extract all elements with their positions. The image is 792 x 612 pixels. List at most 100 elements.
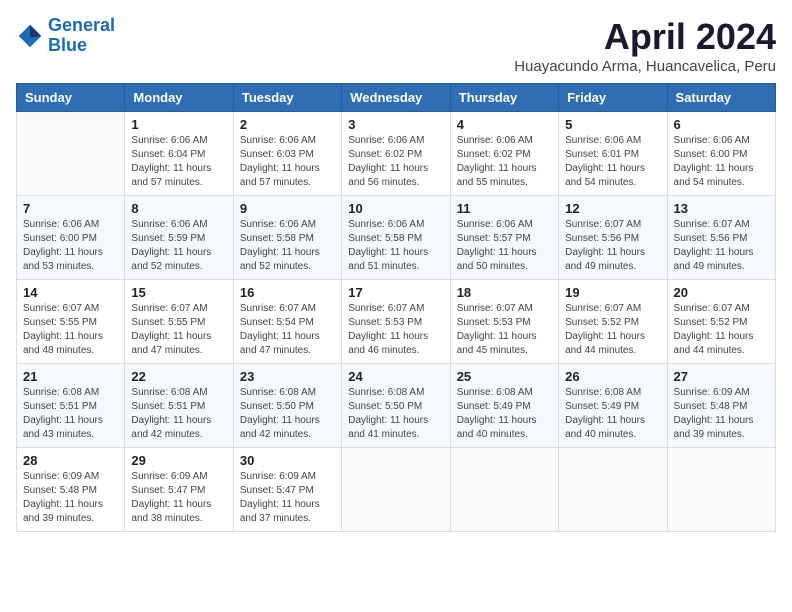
header-saturday: Saturday xyxy=(667,84,775,112)
day-info: Sunrise: 6:09 AM Sunset: 5:48 PM Dayligh… xyxy=(23,470,118,526)
week-row-4: 21 Sunrise: 6:08 AM Sunset: 5:51 PM Dayli… xyxy=(17,364,776,448)
week-row-2: 7 Sunrise: 6:06 AM Sunset: 6:00 PM Daylig… xyxy=(17,196,776,280)
calendar-cell: 18Sunrise: 6:07 AM Sunset: 5:53 PM Dayli… xyxy=(450,280,558,364)
day-info: Sunrise: 6:09 AM Sunset: 5:47 PM Dayligh… xyxy=(240,470,335,526)
calendar-cell: 23 Sunrise: 6:08 AM Sunset: 5:50 PM Dayli… xyxy=(233,364,341,448)
day-info: Sunrise: 6:09 AM Sunset: 5:48 PM Dayligh… xyxy=(674,386,769,442)
day-number: 29 xyxy=(131,453,226,468)
day-info: Sunrise: 6:06 AM Sunset: 6:00 PM Dayligh… xyxy=(23,218,118,274)
header-tuesday: Tuesday xyxy=(233,84,341,112)
calendar-cell: 27 Sunrise: 6:09 AM Sunset: 5:48 PM Dayli… xyxy=(667,364,775,448)
week-row-3: 14 Sunrise: 6:07 AM Sunset: 5:55 PM Dayli… xyxy=(17,280,776,364)
day-info: Sunrise: 6:06 AM Sunset: 6:04 PM Dayligh… xyxy=(131,134,226,190)
calendar-cell: 5Sunrise: 6:06 AM Sunset: 6:01 PM Daylig… xyxy=(559,112,667,196)
title-area: April 2024 Huayacundo Arma, Huancavelica… xyxy=(514,16,776,75)
subtitle: Huayacundo Arma, Huancavelica, Peru xyxy=(514,58,776,75)
day-info: Sunrise: 6:07 AM Sunset: 5:55 PM Dayligh… xyxy=(23,302,118,358)
day-number: 24 xyxy=(348,369,443,384)
calendar-header: SundayMondayTuesdayWednesdayThursdayFrid… xyxy=(17,84,776,112)
day-number: 21 xyxy=(23,369,118,384)
calendar-cell: 12 Sunrise: 6:07 AM Sunset: 5:56 PM Dayli… xyxy=(559,196,667,280)
calendar-cell: 11Sunrise: 6:06 AM Sunset: 5:57 PM Dayli… xyxy=(450,196,558,280)
day-info: Sunrise: 6:08 AM Sunset: 5:49 PM Dayligh… xyxy=(565,386,660,442)
day-info: Sunrise: 6:08 AM Sunset: 5:51 PM Dayligh… xyxy=(23,386,118,442)
calendar-cell: 22Sunrise: 6:08 AM Sunset: 5:51 PM Dayli… xyxy=(125,364,233,448)
header-thursday: Thursday xyxy=(450,84,558,112)
calendar-cell: 14 Sunrise: 6:07 AM Sunset: 5:55 PM Dayli… xyxy=(17,280,125,364)
calendar-cell: 2 Sunrise: 6:06 AM Sunset: 6:03 PM Daylig… xyxy=(233,112,341,196)
day-info: Sunrise: 6:07 AM Sunset: 5:56 PM Dayligh… xyxy=(674,218,769,274)
day-info: Sunrise: 6:07 AM Sunset: 5:55 PM Dayligh… xyxy=(131,302,226,358)
day-info: Sunrise: 6:07 AM Sunset: 5:56 PM Dayligh… xyxy=(565,218,660,274)
calendar-cell: 4Sunrise: 6:06 AM Sunset: 6:02 PM Daylig… xyxy=(450,112,558,196)
calendar-cell: 17 Sunrise: 6:07 AM Sunset: 5:53 PM Dayli… xyxy=(342,280,450,364)
logo: General Blue xyxy=(16,16,115,56)
day-info: Sunrise: 6:07 AM Sunset: 5:53 PM Dayligh… xyxy=(457,302,552,358)
calendar-cell xyxy=(17,112,125,196)
calendar-cell: 25 Sunrise: 6:08 AM Sunset: 5:49 PM Dayli… xyxy=(450,364,558,448)
day-number: 26 xyxy=(565,369,660,384)
calendar-cell: 9 Sunrise: 6:06 AM Sunset: 5:58 PM Daylig… xyxy=(233,196,341,280)
day-number: 23 xyxy=(240,369,335,384)
calendar-cell: 19Sunrise: 6:07 AM Sunset: 5:52 PM Dayli… xyxy=(559,280,667,364)
calendar-cell xyxy=(450,448,558,532)
day-number: 1 xyxy=(131,117,226,132)
main-title: April 2024 xyxy=(514,16,776,58)
logo-line1: General xyxy=(48,15,115,35)
day-info: Sunrise: 6:08 AM Sunset: 5:49 PM Dayligh… xyxy=(457,386,552,442)
day-info: Sunrise: 6:06 AM Sunset: 5:58 PM Dayligh… xyxy=(240,218,335,274)
day-number: 12 xyxy=(565,201,660,216)
calendar-cell: 26 Sunrise: 6:08 AM Sunset: 5:49 PM Dayli… xyxy=(559,364,667,448)
day-number: 11 xyxy=(457,201,552,216)
day-info: Sunrise: 6:06 AM Sunset: 5:59 PM Dayligh… xyxy=(131,218,226,274)
day-number: 7 xyxy=(23,201,118,216)
calendar-cell: 1 Sunrise: 6:06 AM Sunset: 6:04 PM Daylig… xyxy=(125,112,233,196)
day-info: Sunrise: 6:06 AM Sunset: 6:03 PM Dayligh… xyxy=(240,134,335,190)
calendar-cell: 6Sunrise: 6:06 AM Sunset: 6:00 PM Daylig… xyxy=(667,112,775,196)
calendar-cell: 10Sunrise: 6:06 AM Sunset: 5:58 PM Dayli… xyxy=(342,196,450,280)
day-number: 20 xyxy=(674,285,769,300)
day-info: Sunrise: 6:06 AM Sunset: 6:02 PM Dayligh… xyxy=(348,134,443,190)
day-info: Sunrise: 6:09 AM Sunset: 5:47 PM Dayligh… xyxy=(131,470,226,526)
day-number: 3 xyxy=(348,117,443,132)
calendar-cell: 3 Sunrise: 6:06 AM Sunset: 6:02 PM Daylig… xyxy=(342,112,450,196)
day-info: Sunrise: 6:08 AM Sunset: 5:50 PM Dayligh… xyxy=(240,386,335,442)
day-info: Sunrise: 6:08 AM Sunset: 5:50 PM Dayligh… xyxy=(348,386,443,442)
week-row-1: 1 Sunrise: 6:06 AM Sunset: 6:04 PM Daylig… xyxy=(17,112,776,196)
calendar-cell: 13 Sunrise: 6:07 AM Sunset: 5:56 PM Dayli… xyxy=(667,196,775,280)
day-number: 27 xyxy=(674,369,769,384)
day-info: Sunrise: 6:07 AM Sunset: 5:54 PM Dayligh… xyxy=(240,302,335,358)
header-friday: Friday xyxy=(559,84,667,112)
logo-text: General Blue xyxy=(48,16,115,56)
calendar-cell: 8Sunrise: 6:06 AM Sunset: 5:59 PM Daylig… xyxy=(125,196,233,280)
day-number: 15 xyxy=(131,285,226,300)
day-number: 9 xyxy=(240,201,335,216)
day-number: 28 xyxy=(23,453,118,468)
header-wednesday: Wednesday xyxy=(342,84,450,112)
day-number: 14 xyxy=(23,285,118,300)
day-info: Sunrise: 6:07 AM Sunset: 5:53 PM Dayligh… xyxy=(348,302,443,358)
logo-icon xyxy=(16,22,44,50)
day-number: 19 xyxy=(565,285,660,300)
day-number: 6 xyxy=(674,117,769,132)
day-number: 16 xyxy=(240,285,335,300)
day-info: Sunrise: 6:08 AM Sunset: 5:51 PM Dayligh… xyxy=(131,386,226,442)
calendar-body: 1 Sunrise: 6:06 AM Sunset: 6:04 PM Daylig… xyxy=(17,112,776,532)
header-monday: Monday xyxy=(125,84,233,112)
day-number: 25 xyxy=(457,369,552,384)
day-number: 2 xyxy=(240,117,335,132)
calendar: SundayMondayTuesdayWednesdayThursdayFrid… xyxy=(16,83,776,532)
calendar-cell xyxy=(667,448,775,532)
page-header: General Blue April 2024 Huayacundo Arma,… xyxy=(16,16,776,75)
calendar-cell xyxy=(559,448,667,532)
day-number: 17 xyxy=(348,285,443,300)
calendar-cell: 20Sunrise: 6:07 AM Sunset: 5:52 PM Dayli… xyxy=(667,280,775,364)
logo-line2: Blue xyxy=(48,35,87,55)
week-row-5: 28 Sunrise: 6:09 AM Sunset: 5:48 PM Dayli… xyxy=(17,448,776,532)
day-number: 13 xyxy=(674,201,769,216)
day-info: Sunrise: 6:06 AM Sunset: 5:58 PM Dayligh… xyxy=(348,218,443,274)
calendar-cell: 21 Sunrise: 6:08 AM Sunset: 5:51 PM Dayli… xyxy=(17,364,125,448)
calendar-cell: 7 Sunrise: 6:06 AM Sunset: 6:00 PM Daylig… xyxy=(17,196,125,280)
day-number: 4 xyxy=(457,117,552,132)
day-number: 5 xyxy=(565,117,660,132)
